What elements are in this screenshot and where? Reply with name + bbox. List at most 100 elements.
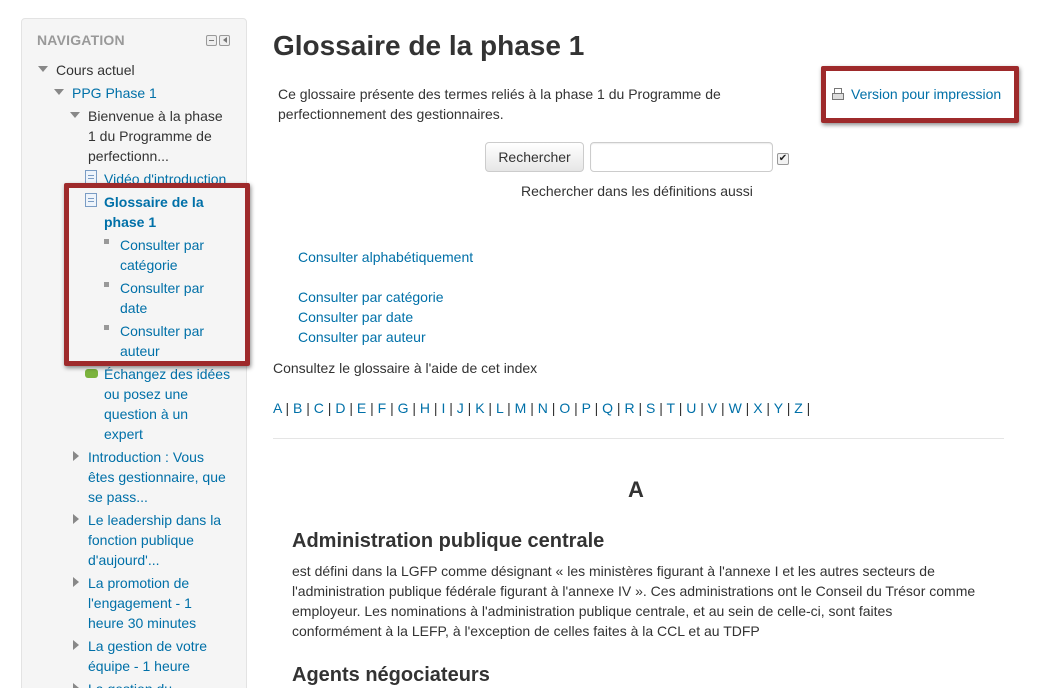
nav-item-line: heure 30 minutes	[88, 615, 197, 631]
divider	[273, 438, 1004, 439]
letter-separator: |	[590, 400, 603, 416]
nav-item-line: Le leadership dans la	[88, 512, 222, 528]
glossary-term: Administration publique centrale	[292, 530, 605, 552]
letter-link-b[interactable]: B	[293, 400, 302, 416]
browse-date-link[interactable]: Consulter par date	[298, 307, 413, 327]
annotation-highlight-print	[821, 66, 1019, 123]
nav-item-ppg-phase[interactable]: PPG Phase 1	[72, 83, 157, 103]
letter-separator: |	[323, 400, 336, 416]
letter-separator: |	[484, 400, 496, 416]
nav-item-leadership[interactable]: Le leadership dans la fonction publique …	[88, 510, 221, 570]
navigation-title: NAVIGATION	[37, 32, 125, 48]
nav-item-line: expert	[104, 426, 143, 442]
browse-category-link[interactable]: Consulter par catégorie	[298, 287, 444, 307]
collapsed-arrow-icon[interactable]	[73, 514, 79, 524]
letter-separator: |	[634, 400, 646, 416]
letter-separator: |	[655, 400, 667, 416]
letter-link-u[interactable]: U	[686, 400, 696, 416]
letter-link-p[interactable]: P	[582, 400, 591, 416]
collapsed-arrow-icon[interactable]	[73, 577, 79, 587]
nav-item-promotion[interactable]: La promotion de l'engagement - 1 heure 3…	[88, 573, 196, 633]
expanded-arrow-icon[interactable]	[70, 112, 80, 118]
letter-link-h[interactable]: H	[420, 400, 430, 416]
nav-item-line: l'engagement - 1	[88, 595, 192, 611]
dock-block-icon[interactable]	[219, 35, 230, 46]
letter-link-g[interactable]: G	[398, 400, 409, 416]
collapsed-arrow-icon[interactable]	[73, 451, 79, 461]
nav-item-line: question à un	[104, 406, 189, 422]
letter-separator: |	[408, 400, 420, 416]
letter-link-d[interactable]: D	[335, 400, 345, 416]
letter-separator: |	[463, 400, 476, 416]
letter-link-r[interactable]: R	[624, 400, 634, 416]
glossary-definition: est défini dans la LGFP comme désignant …	[292, 563, 976, 639]
letter-link-y[interactable]: Y	[774, 400, 783, 416]
letter-link-v[interactable]: V	[708, 400, 717, 416]
letter-separator: |	[570, 400, 582, 416]
nav-item-bienvenue[interactable]: Bienvenue à la phase 1 du Programme de p…	[88, 106, 223, 166]
nav-item-echangez[interactable]: Échangez des idées ou posez une question…	[104, 364, 230, 444]
letter-link-q[interactable]: Q	[602, 400, 613, 416]
letter-separator: |	[674, 400, 687, 416]
glossary-intro: Ce glossaire présente des termes reliés …	[278, 86, 721, 122]
collapse-block-icon[interactable]	[206, 35, 217, 46]
letter-separator: |	[782, 400, 795, 416]
nav-item-bienvenue-line2: 1 du Programme de	[88, 128, 212, 144]
collapsed-arrow-icon[interactable]	[73, 640, 79, 650]
search-definitions-label: Rechercher dans les définitions aussi	[521, 183, 753, 199]
letter-separator: |	[762, 400, 774, 416]
nav-item-bienvenue-line1: Bienvenue à la phase	[88, 108, 223, 124]
search-definitions-checkbox[interactable]: ✔	[777, 153, 789, 165]
current-letter-heading: A	[628, 477, 644, 502]
letter-separator: |	[547, 400, 560, 416]
alphabet-index: A | B | C | D | E | F | G | H | I | J | …	[273, 398, 810, 418]
letter-link-m[interactable]: M	[515, 400, 527, 416]
letter-link-e[interactable]: E	[357, 400, 366, 416]
letter-link-s[interactable]: S	[646, 400, 655, 416]
letter-separator: |	[717, 400, 729, 416]
letter-separator: |	[445, 400, 457, 416]
nav-item-line: fonction publique	[88, 532, 194, 548]
letter-separator: |	[302, 400, 314, 416]
browse-alphabetical-link[interactable]: Consulter alphabétiquement	[298, 247, 473, 267]
nav-item-gestion-equipe[interactable]: La gestion de votre équipe - 1 heure	[88, 636, 207, 676]
letter-link-w[interactable]: W	[729, 400, 742, 416]
letter-separator: |	[345, 400, 357, 416]
expanded-arrow-icon[interactable]	[54, 89, 64, 95]
letter-link-o[interactable]: O	[559, 400, 570, 416]
page-icon	[85, 170, 97, 184]
forum-icon	[85, 369, 98, 378]
letter-separator: |	[281, 400, 293, 416]
nav-item-line: se pass...	[88, 489, 148, 505]
nav-item-line: êtes gestionnaire, que	[88, 469, 226, 485]
letter-link-f[interactable]: F	[378, 400, 387, 416]
page-title: Glossaire de la phase 1	[273, 30, 585, 61]
letter-separator: |	[366, 400, 378, 416]
search-input[interactable]	[590, 142, 773, 172]
letter-separator: |	[386, 400, 398, 416]
browse-author-link[interactable]: Consulter par auteur	[298, 327, 426, 347]
letter-link-c[interactable]: C	[314, 400, 324, 416]
letter-link-k[interactable]: K	[475, 400, 484, 416]
letter-separator: |	[613, 400, 625, 416]
letter-separator: |	[741, 400, 754, 416]
nav-item-introduction[interactable]: Introduction : Vous êtes gestionnaire, q…	[88, 447, 226, 507]
nav-item-line: d'aujourd'...	[88, 552, 160, 568]
letter-link-z[interactable]: Z	[794, 400, 803, 416]
letter-link-x[interactable]: X	[753, 400, 762, 416]
nav-item-cours-actuel[interactable]: Cours actuel	[56, 60, 135, 80]
letter-separator: |	[430, 400, 442, 416]
expanded-arrow-icon[interactable]	[38, 66, 48, 72]
letter-separator: |	[696, 400, 708, 416]
search-button[interactable]: Rechercher	[485, 142, 584, 172]
glossary-term: Agents négociateurs	[292, 664, 490, 686]
annotation-highlight-sidebar	[64, 183, 250, 366]
letter-link-n[interactable]: N	[538, 400, 548, 416]
nav-item-gestion-du[interactable]: La gestion du	[88, 679, 172, 688]
letter-link-a[interactable]: A	[273, 400, 282, 416]
letter-link-t[interactable]: T	[667, 400, 675, 416]
letter-separator: |	[503, 400, 515, 416]
letter-separator: |	[526, 400, 538, 416]
collapsed-arrow-icon[interactable]	[73, 683, 79, 688]
letter-link-j[interactable]: J	[457, 400, 464, 416]
